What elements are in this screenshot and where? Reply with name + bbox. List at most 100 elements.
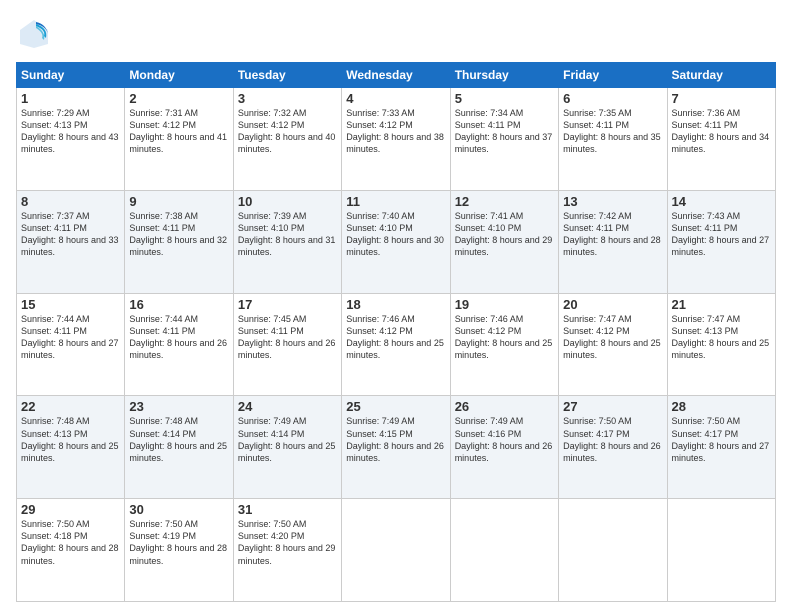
calendar-cell (342, 499, 450, 602)
day-number: 29 (21, 502, 120, 517)
calendar-cell: 31Sunrise: 7:50 AMSunset: 4:20 PMDayligh… (233, 499, 341, 602)
day-number: 2 (129, 91, 228, 106)
calendar-cell: 11Sunrise: 7:40 AMSunset: 4:10 PMDayligh… (342, 190, 450, 293)
calendar-cell (559, 499, 667, 602)
weekday-header: Sunday (17, 63, 125, 88)
day-info: Sunrise: 7:31 AMSunset: 4:12 PMDaylight:… (129, 107, 228, 156)
day-number: 18 (346, 297, 445, 312)
calendar-cell: 13Sunrise: 7:42 AMSunset: 4:11 PMDayligh… (559, 190, 667, 293)
day-number: 25 (346, 399, 445, 414)
day-info: Sunrise: 7:49 AMSunset: 4:16 PMDaylight:… (455, 415, 554, 464)
day-number: 6 (563, 91, 662, 106)
calendar-cell: 6Sunrise: 7:35 AMSunset: 4:11 PMDaylight… (559, 88, 667, 191)
weekday-header: Tuesday (233, 63, 341, 88)
header (16, 16, 776, 52)
calendar-cell: 17Sunrise: 7:45 AMSunset: 4:11 PMDayligh… (233, 293, 341, 396)
day-info: Sunrise: 7:43 AMSunset: 4:11 PMDaylight:… (672, 210, 771, 259)
day-info: Sunrise: 7:32 AMSunset: 4:12 PMDaylight:… (238, 107, 337, 156)
calendar-cell: 10Sunrise: 7:39 AMSunset: 4:10 PMDayligh… (233, 190, 341, 293)
day-info: Sunrise: 7:50 AMSunset: 4:20 PMDaylight:… (238, 518, 337, 567)
calendar-cell: 12Sunrise: 7:41 AMSunset: 4:10 PMDayligh… (450, 190, 558, 293)
calendar-cell: 16Sunrise: 7:44 AMSunset: 4:11 PMDayligh… (125, 293, 233, 396)
calendar-cell: 15Sunrise: 7:44 AMSunset: 4:11 PMDayligh… (17, 293, 125, 396)
calendar-week-row: 8Sunrise: 7:37 AMSunset: 4:11 PMDaylight… (17, 190, 776, 293)
day-info: Sunrise: 7:48 AMSunset: 4:14 PMDaylight:… (129, 415, 228, 464)
day-info: Sunrise: 7:49 AMSunset: 4:15 PMDaylight:… (346, 415, 445, 464)
day-number: 22 (21, 399, 120, 414)
logo (16, 16, 56, 52)
day-info: Sunrise: 7:35 AMSunset: 4:11 PMDaylight:… (563, 107, 662, 156)
day-number: 7 (672, 91, 771, 106)
calendar-cell: 5Sunrise: 7:34 AMSunset: 4:11 PMDaylight… (450, 88, 558, 191)
weekday-header: Thursday (450, 63, 558, 88)
day-number: 12 (455, 194, 554, 209)
calendar-cell: 3Sunrise: 7:32 AMSunset: 4:12 PMDaylight… (233, 88, 341, 191)
calendar-week-row: 22Sunrise: 7:48 AMSunset: 4:13 PMDayligh… (17, 396, 776, 499)
calendar-cell: 30Sunrise: 7:50 AMSunset: 4:19 PMDayligh… (125, 499, 233, 602)
generalblue-icon (16, 16, 52, 52)
calendar-week-row: 15Sunrise: 7:44 AMSunset: 4:11 PMDayligh… (17, 293, 776, 396)
day-info: Sunrise: 7:50 AMSunset: 4:19 PMDaylight:… (129, 518, 228, 567)
calendar-cell: 24Sunrise: 7:49 AMSunset: 4:14 PMDayligh… (233, 396, 341, 499)
day-number: 10 (238, 194, 337, 209)
page: SundayMondayTuesdayWednesdayThursdayFrid… (0, 0, 792, 612)
day-info: Sunrise: 7:46 AMSunset: 4:12 PMDaylight:… (346, 313, 445, 362)
day-number: 3 (238, 91, 337, 106)
calendar-cell: 23Sunrise: 7:48 AMSunset: 4:14 PMDayligh… (125, 396, 233, 499)
day-number: 15 (21, 297, 120, 312)
calendar-cell: 9Sunrise: 7:38 AMSunset: 4:11 PMDaylight… (125, 190, 233, 293)
day-number: 11 (346, 194, 445, 209)
day-info: Sunrise: 7:41 AMSunset: 4:10 PMDaylight:… (455, 210, 554, 259)
calendar-cell: 4Sunrise: 7:33 AMSunset: 4:12 PMDaylight… (342, 88, 450, 191)
calendar-cell: 25Sunrise: 7:49 AMSunset: 4:15 PMDayligh… (342, 396, 450, 499)
calendar-cell: 20Sunrise: 7:47 AMSunset: 4:12 PMDayligh… (559, 293, 667, 396)
day-info: Sunrise: 7:37 AMSunset: 4:11 PMDaylight:… (21, 210, 120, 259)
day-number: 9 (129, 194, 228, 209)
day-number: 28 (672, 399, 771, 414)
calendar-cell: 28Sunrise: 7:50 AMSunset: 4:17 PMDayligh… (667, 396, 775, 499)
day-info: Sunrise: 7:29 AMSunset: 4:13 PMDaylight:… (21, 107, 120, 156)
calendar-cell (450, 499, 558, 602)
day-number: 4 (346, 91, 445, 106)
day-number: 8 (21, 194, 120, 209)
day-info: Sunrise: 7:45 AMSunset: 4:11 PMDaylight:… (238, 313, 337, 362)
day-info: Sunrise: 7:46 AMSunset: 4:12 PMDaylight:… (455, 313, 554, 362)
day-number: 20 (563, 297, 662, 312)
calendar-cell: 26Sunrise: 7:49 AMSunset: 4:16 PMDayligh… (450, 396, 558, 499)
day-info: Sunrise: 7:47 AMSunset: 4:13 PMDaylight:… (672, 313, 771, 362)
calendar-cell: 21Sunrise: 7:47 AMSunset: 4:13 PMDayligh… (667, 293, 775, 396)
day-number: 30 (129, 502, 228, 517)
day-info: Sunrise: 7:47 AMSunset: 4:12 PMDaylight:… (563, 313, 662, 362)
calendar-week-row: 1Sunrise: 7:29 AMSunset: 4:13 PMDaylight… (17, 88, 776, 191)
day-number: 1 (21, 91, 120, 106)
day-info: Sunrise: 7:44 AMSunset: 4:11 PMDaylight:… (21, 313, 120, 362)
calendar-header-row: SundayMondayTuesdayWednesdayThursdayFrid… (17, 63, 776, 88)
weekday-header: Wednesday (342, 63, 450, 88)
day-info: Sunrise: 7:34 AMSunset: 4:11 PMDaylight:… (455, 107, 554, 156)
day-number: 16 (129, 297, 228, 312)
day-number: 31 (238, 502, 337, 517)
calendar: SundayMondayTuesdayWednesdayThursdayFrid… (16, 62, 776, 602)
weekday-header: Monday (125, 63, 233, 88)
calendar-cell: 14Sunrise: 7:43 AMSunset: 4:11 PMDayligh… (667, 190, 775, 293)
calendar-cell: 1Sunrise: 7:29 AMSunset: 4:13 PMDaylight… (17, 88, 125, 191)
day-info: Sunrise: 7:44 AMSunset: 4:11 PMDaylight:… (129, 313, 228, 362)
calendar-week-row: 29Sunrise: 7:50 AMSunset: 4:18 PMDayligh… (17, 499, 776, 602)
calendar-cell: 2Sunrise: 7:31 AMSunset: 4:12 PMDaylight… (125, 88, 233, 191)
day-number: 23 (129, 399, 228, 414)
day-number: 24 (238, 399, 337, 414)
day-number: 13 (563, 194, 662, 209)
day-info: Sunrise: 7:50 AMSunset: 4:17 PMDaylight:… (563, 415, 662, 464)
day-number: 14 (672, 194, 771, 209)
calendar-cell: 18Sunrise: 7:46 AMSunset: 4:12 PMDayligh… (342, 293, 450, 396)
day-info: Sunrise: 7:38 AMSunset: 4:11 PMDaylight:… (129, 210, 228, 259)
calendar-cell: 29Sunrise: 7:50 AMSunset: 4:18 PMDayligh… (17, 499, 125, 602)
day-number: 17 (238, 297, 337, 312)
day-info: Sunrise: 7:39 AMSunset: 4:10 PMDaylight:… (238, 210, 337, 259)
day-number: 5 (455, 91, 554, 106)
day-number: 19 (455, 297, 554, 312)
calendar-cell: 8Sunrise: 7:37 AMSunset: 4:11 PMDaylight… (17, 190, 125, 293)
calendar-cell (667, 499, 775, 602)
day-info: Sunrise: 7:50 AMSunset: 4:18 PMDaylight:… (21, 518, 120, 567)
day-number: 26 (455, 399, 554, 414)
